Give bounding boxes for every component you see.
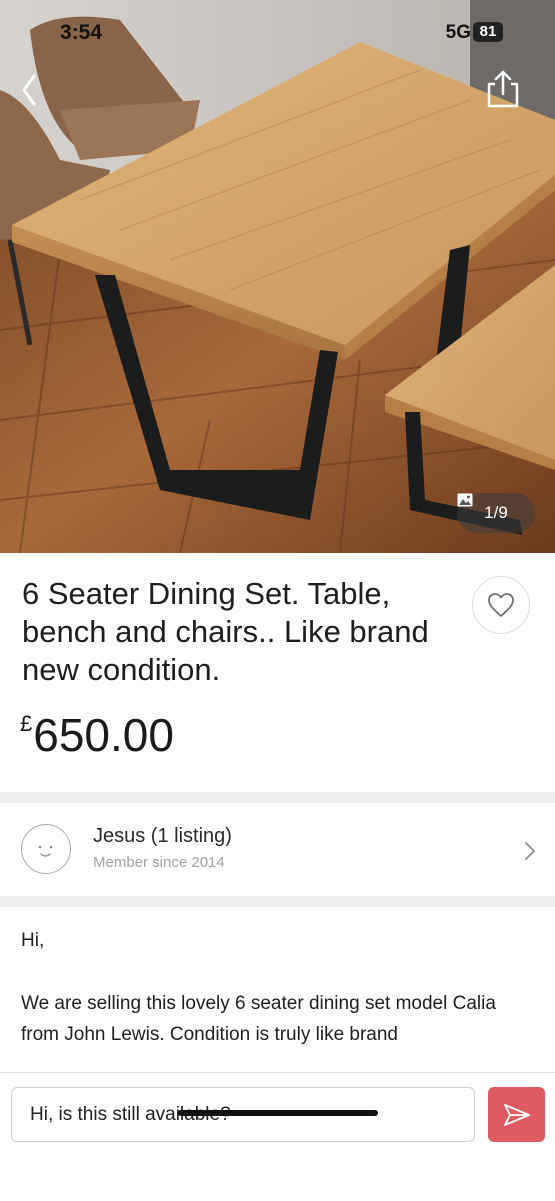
seller-member-since: Member since 2014 bbox=[93, 854, 225, 871]
listing-title: 6 Seater Dining Set. Table, bench and ch… bbox=[22, 576, 429, 687]
listing-photo[interactable]: 3:54 5G 81 1/9 bbox=[0, 0, 555, 553]
price-currency: £ bbox=[20, 711, 33, 736]
listing-price: £650.00 bbox=[20, 708, 174, 762]
heart-icon bbox=[488, 593, 514, 617]
smiley-avatar-icon bbox=[38, 845, 53, 857]
image-counter-label: 1/9 bbox=[484, 503, 508, 522]
send-button[interactable] bbox=[488, 1087, 545, 1142]
status-bar: 3:54 5G 81 bbox=[0, 18, 555, 48]
avatar bbox=[21, 824, 71, 874]
seller-row[interactable]: Jesus (1 listing) Member since 2014 bbox=[0, 803, 555, 896]
back-chevron-icon bbox=[22, 74, 36, 106]
status-network: 5G bbox=[445, 22, 471, 43]
section-divider bbox=[0, 792, 555, 803]
chevron-right-icon bbox=[525, 842, 535, 860]
back-button[interactable] bbox=[16, 68, 56, 112]
price-amount: 650.00 bbox=[33, 709, 174, 761]
send-icon bbox=[503, 1103, 530, 1126]
seller-name: Jesus (1 listing) bbox=[93, 825, 232, 847]
message-bar bbox=[0, 1072, 555, 1201]
share-button[interactable] bbox=[485, 68, 521, 110]
section-divider bbox=[0, 896, 555, 907]
description-body: We are selling this lovely 6 seater dini… bbox=[21, 993, 496, 1045]
photo-illustration bbox=[0, 0, 555, 553]
favorite-button[interactable] bbox=[472, 576, 530, 634]
description-greeting: Hi, bbox=[21, 930, 45, 951]
status-time: 3:54 bbox=[60, 21, 103, 44]
image-counter: 1/9 bbox=[457, 493, 535, 533]
image-icon bbox=[457, 493, 473, 507]
home-indicator bbox=[178, 1110, 378, 1116]
battery-indicator: 81 bbox=[473, 22, 503, 42]
share-icon bbox=[487, 70, 519, 108]
listing-description: Hi, We are selling this lovely 6 seater … bbox=[21, 925, 536, 1050]
